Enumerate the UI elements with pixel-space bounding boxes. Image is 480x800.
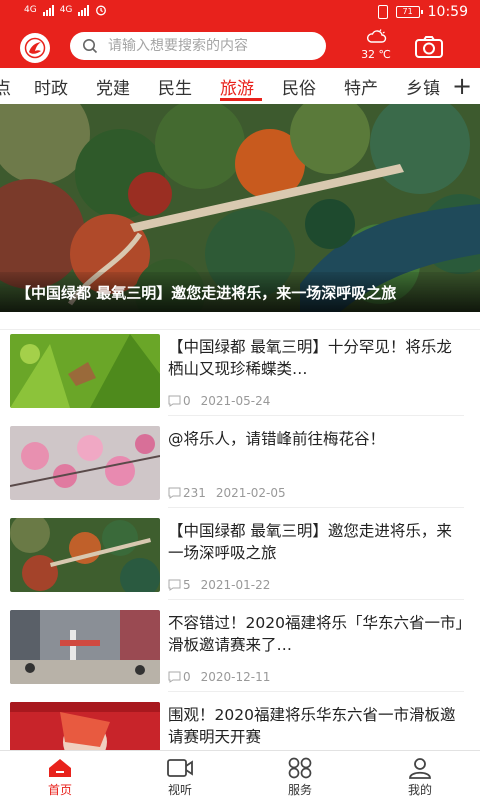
- news-meta: 5 2021-01-22: [168, 578, 270, 592]
- tab-politics[interactable]: 时政: [34, 74, 68, 99]
- news-date: 2020-12-11: [200, 670, 271, 684]
- news-thumbnail: [10, 610, 160, 684]
- active-tab-indicator: [220, 98, 262, 101]
- news-meta: 231 2021-02-05: [168, 486, 286, 500]
- nav-video[interactable]: 视听: [150, 757, 210, 798]
- signal-icon: [42, 4, 54, 16]
- comment-icon: [168, 671, 181, 683]
- status-right: 71 10:59: [377, 4, 468, 20]
- network-label-1: 4G: [24, 4, 37, 15]
- news-title: 围观！2020福建将乐华东六省一市滑板邀请赛明天开赛: [168, 706, 456, 746]
- tab-towns[interactable]: 乡镇: [406, 74, 440, 99]
- category-tabs: 点 时政 党建 民生 旅游 民俗 特产 乡镇 +: [0, 68, 480, 104]
- nav-home[interactable]: 首页: [30, 757, 90, 798]
- user-icon: [409, 758, 431, 779]
- news-thumbnail: [10, 702, 160, 750]
- top-bar: 4G 4G 71 10:59 32 ℃: [0, 0, 480, 68]
- news-item[interactable]: 不容错过！2020福建将乐「华东六省一市」滑板邀请赛来了… 0 2020-12-…: [0, 608, 480, 700]
- news-date: 2021-02-05: [215, 486, 286, 500]
- news-item[interactable]: 围观！2020福建将乐华东六省一市滑板邀请赛明天开赛: [0, 700, 480, 750]
- banner-carousel[interactable]: 【中国绿都 最氧三明】邀您走进将乐，来一场深呼吸之旅: [0, 104, 480, 312]
- app-screen: 4G 4G 71 10:59 32 ℃: [0, 0, 480, 800]
- list-divider: [168, 415, 464, 416]
- weather-widget[interactable]: 32 ℃: [356, 28, 396, 61]
- news-item[interactable]: 【中国绿都 最氧三明】十分罕见！将乐龙栖山又现珍稀蝶类… 0 2021-05-2…: [0, 332, 480, 424]
- nav-label: 视听: [167, 783, 192, 797]
- network-label-2: 4G: [59, 4, 73, 15]
- news-meta: 0 2020-12-11: [168, 670, 270, 684]
- news-thumbnail: [10, 426, 160, 500]
- home-icon: [49, 759, 71, 777]
- news-title: 不容错过！2020福建将乐「华东六省一市」滑板邀请赛来了…: [168, 614, 464, 654]
- battery-icon: 71: [395, 6, 423, 18]
- video-icon: [167, 759, 193, 777]
- nav-services[interactable]: 服务: [270, 757, 330, 798]
- camera-button[interactable]: [414, 34, 444, 60]
- camera-icon: [415, 36, 443, 58]
- tab-partial[interactable]: 点: [0, 74, 11, 99]
- search-bar[interactable]: [70, 32, 326, 60]
- search-input[interactable]: [108, 38, 318, 54]
- list-divider: [168, 507, 464, 508]
- news-meta: 0 2021-05-24: [168, 394, 270, 408]
- tab-livelihood[interactable]: 民生: [158, 74, 192, 99]
- comment-count: 0: [183, 394, 191, 408]
- comment-icon: [168, 395, 181, 407]
- signal-icon-2: [78, 4, 90, 16]
- news-date: 2021-01-22: [200, 578, 271, 592]
- nav-label: 我的: [407, 783, 432, 797]
- search-icon: [83, 39, 98, 54]
- nav-label: 服务: [287, 783, 312, 797]
- status-time: 10:59: [427, 4, 468, 20]
- tab-folk[interactable]: 民俗: [282, 74, 316, 99]
- status-bar: 4G 4G 71 10:59: [0, 0, 480, 26]
- section-divider: [0, 312, 480, 330]
- bottom-nav: 首页 视听 服务 我的: [0, 750, 480, 800]
- news-title: @将乐人，请错峰前往梅花谷！: [168, 430, 386, 448]
- tab-tourism[interactable]: 旅游: [220, 74, 254, 99]
- comment-count: 231: [183, 486, 206, 500]
- news-thumbnail: [10, 334, 160, 408]
- grid-icon: [288, 757, 312, 779]
- nav-label: 首页: [47, 783, 72, 797]
- comment-icon: [168, 487, 181, 499]
- app-logo-icon[interactable]: [20, 33, 50, 63]
- comment-count: 0: [183, 670, 191, 684]
- comment-icon: [168, 579, 181, 591]
- news-item[interactable]: @将乐人，请错峰前往梅花谷！ 231 2021-02-05: [0, 424, 480, 516]
- nav-profile[interactable]: 我的: [390, 757, 450, 798]
- news-thumbnail: [10, 518, 160, 592]
- partly-cloudy-icon: [367, 29, 387, 43]
- news-item[interactable]: 【中国绿都 最氧三明】邀您走进将乐，来一场深呼吸之旅 5 2021-01-22: [0, 516, 480, 608]
- news-title: 【中国绿都 最氧三明】邀您走进将乐，来一场深呼吸之旅: [168, 522, 452, 562]
- app-header: 32 ℃: [0, 26, 480, 68]
- news-title: 【中国绿都 最氧三明】十分罕见！将乐龙栖山又现珍稀蝶类…: [168, 338, 452, 378]
- news-date: 2021-05-24: [200, 394, 271, 408]
- add-tab-button[interactable]: +: [444, 68, 480, 104]
- banner-caption: 【中国绿都 最氧三明】邀您走进将乐，来一场深呼吸之旅: [0, 272, 480, 312]
- comment-count: 5: [183, 578, 191, 592]
- list-divider: [168, 691, 464, 692]
- temperature-label: 32 ℃: [361, 48, 391, 61]
- news-list: 【中国绿都 最氧三明】十分罕见！将乐龙栖山又现珍稀蝶类… 0 2021-05-2…: [0, 330, 480, 750]
- list-divider: [168, 599, 464, 600]
- tab-party[interactable]: 党建: [96, 74, 130, 99]
- vibrate-icon: [377, 5, 388, 19]
- status-network: 4G 4G: [24, 4, 107, 16]
- alarm-icon: [96, 5, 107, 16]
- tab-specialty[interactable]: 特产: [344, 74, 378, 99]
